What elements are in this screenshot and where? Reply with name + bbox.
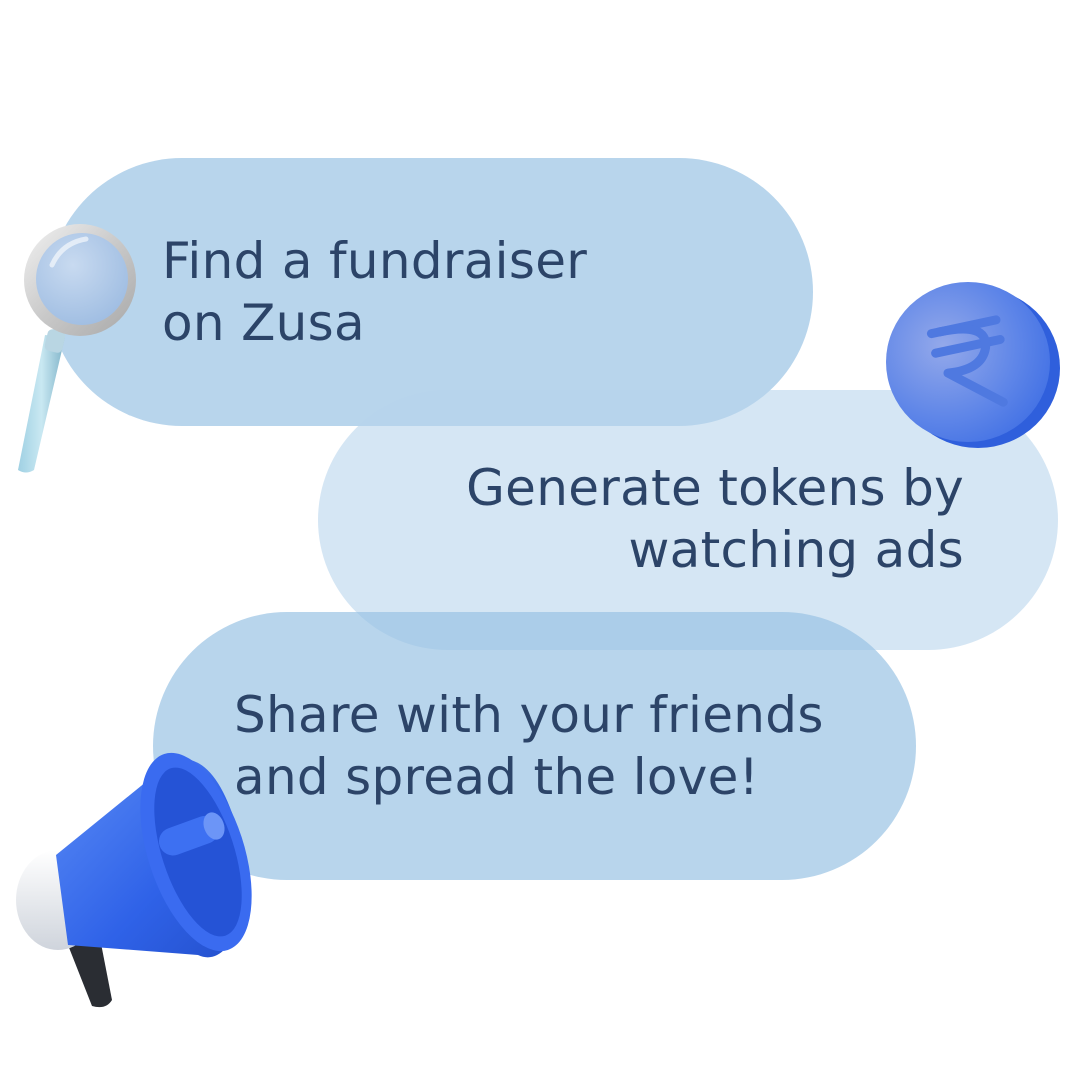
step-2-line-1: Generate tokens by: [466, 459, 964, 517]
magnifying-glass-icon: [18, 224, 136, 473]
step-3-line-2: and spread the love!: [234, 748, 760, 806]
step-3-text: Share with your friends and spread the l…: [234, 684, 824, 808]
step-2-text: Generate tokens by watching ads: [466, 457, 964, 581]
megaphone-icon: [16, 752, 252, 1008]
rupee-coin-icon: [886, 282, 1060, 448]
step-2-line-2: watching ads: [628, 521, 964, 579]
step-1-line-2: on Zusa: [162, 294, 365, 352]
step-1-text: Find a fundraiser on Zusa: [162, 230, 587, 354]
step-3-line-1: Share with your friends: [234, 686, 824, 744]
step-1-line-1: Find a fundraiser: [162, 232, 588, 290]
